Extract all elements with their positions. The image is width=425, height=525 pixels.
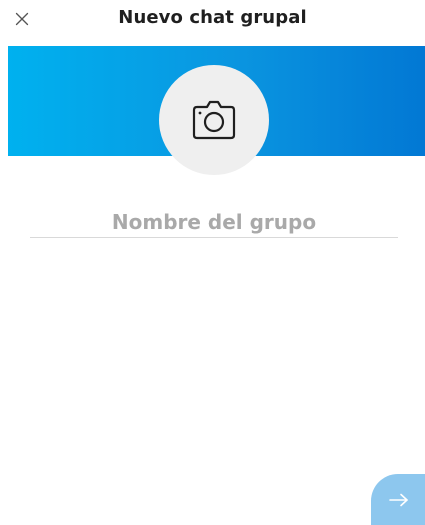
next-button[interactable]	[371, 474, 425, 525]
group-photo-button[interactable]	[159, 65, 269, 175]
dialog-title: Nuevo chat grupal	[118, 7, 307, 28]
group-name-input[interactable]	[30, 206, 398, 238]
new-group-chat-dialog: Nuevo chat grupal	[0, 0, 425, 525]
dialog-header: Nuevo chat grupal	[0, 0, 425, 38]
camera-icon	[192, 100, 236, 140]
arrow-right-icon	[389, 493, 408, 506]
